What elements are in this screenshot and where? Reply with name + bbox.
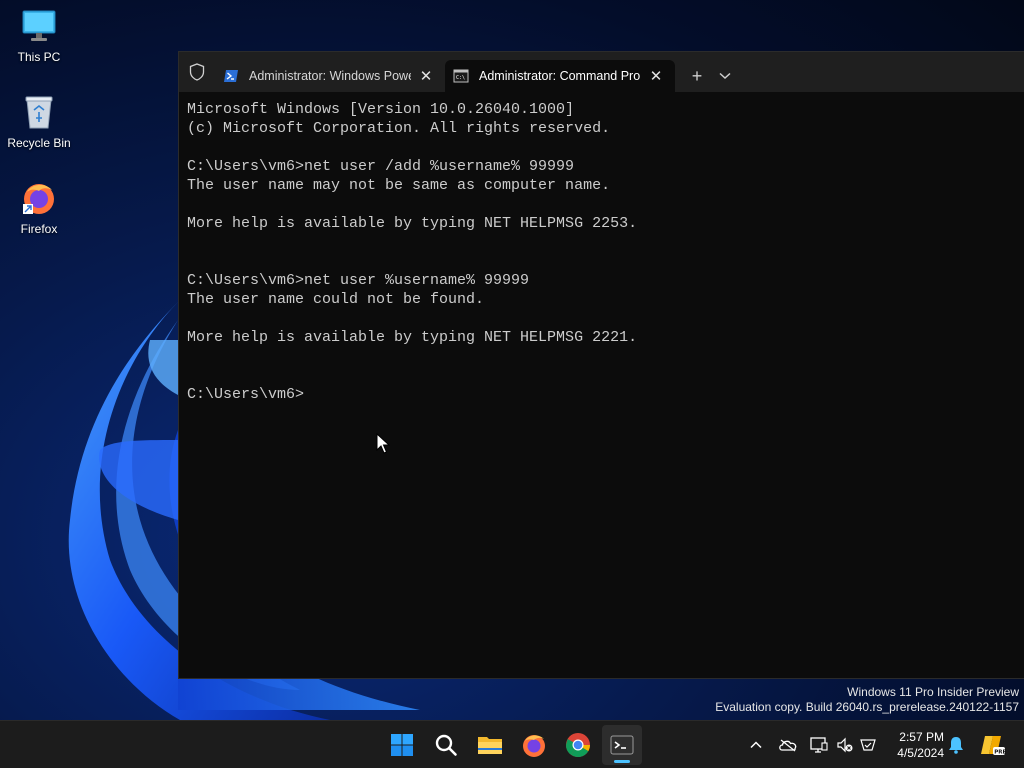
display-icon xyxy=(810,737,828,753)
chevron-down-icon xyxy=(719,72,731,80)
desktop-icon-recycle-bin[interactable]: Recycle Bin xyxy=(4,92,74,164)
cmd-icon: C:\ xyxy=(453,68,469,84)
file-explorer-icon xyxy=(478,737,502,754)
watermark-line1: Windows 11 Pro Insider Preview xyxy=(847,685,1019,699)
copilot-preview-icon: PRE xyxy=(981,736,1006,756)
plus-icon: + xyxy=(691,65,703,86)
powershell-icon xyxy=(223,68,239,84)
start-button[interactable] xyxy=(382,725,422,765)
desktop-icon-label: Recycle Bin xyxy=(7,136,71,150)
bell-icon xyxy=(949,737,963,754)
console-line: More help is available by typing NET HEL… xyxy=(187,215,638,232)
watermark-line2: Evaluation copy. Build 26040.rs_prerelea… xyxy=(715,700,1019,714)
console-line: C:\Users\vm6>net user %username% 99999 xyxy=(187,272,530,289)
svg-text:PRE: PRE xyxy=(994,750,1006,756)
console-output[interactable]: Microsoft Windows [Version 10.0.26040.10… xyxy=(187,100,1014,670)
console-line: C:\Users\vm6>net user /add %username% 99… xyxy=(187,158,575,175)
tab-title: Administrator: Command Pro xyxy=(479,69,641,83)
evaluation-watermark: Windows 11 Pro Insider Preview Evaluatio… xyxy=(715,685,1019,715)
new-tab-button[interactable]: + xyxy=(683,60,711,92)
recycle-bin-icon xyxy=(19,92,59,132)
desktop-icon-firefox[interactable]: Firefox xyxy=(4,178,74,250)
network-button[interactable] xyxy=(857,733,879,757)
firefox-taskbar-button[interactable] xyxy=(514,725,554,765)
svg-text:C:\: C:\ xyxy=(456,75,465,81)
display-button[interactable] xyxy=(808,733,830,757)
volume-muted-icon xyxy=(837,737,853,753)
start-icon xyxy=(391,734,413,756)
tab-title: Administrator: Windows Powe xyxy=(249,69,411,83)
console-line: The user name could not be found. xyxy=(187,291,485,308)
file-explorer-button[interactable] xyxy=(470,725,510,765)
tab-bar: Administrator: Windows Powe ✕ C:\ Admini… xyxy=(179,52,1024,92)
clock-date: 4/5/2024 xyxy=(897,746,944,760)
active-indicator xyxy=(614,760,630,763)
onedrive-icon xyxy=(779,739,797,752)
mouse-cursor-icon xyxy=(376,432,391,460)
chrome-button[interactable] xyxy=(558,725,598,765)
terminal-window[interactable]: Administrator: Windows Powe ✕ C:\ Admini… xyxy=(178,51,1024,679)
network-icon xyxy=(860,739,876,751)
tab-powershell[interactable]: Administrator: Windows Powe ✕ xyxy=(215,60,445,92)
console-line: (c) Microsoft Corporation. All rights re… xyxy=(187,120,611,137)
volume-button[interactable] xyxy=(834,733,856,757)
desktop-icon-label: This PC xyxy=(17,50,61,64)
desktop-icon-this-pc[interactable]: This PC xyxy=(4,6,74,78)
clock-time: 2:57 PM xyxy=(899,730,944,744)
taskbar: 2:57 PM 4/5/2024 PRE xyxy=(0,720,1024,768)
close-icon[interactable]: ✕ xyxy=(417,67,435,85)
console-line: The user name may not be same as compute… xyxy=(187,177,611,194)
console-line: Microsoft Windows [Version 10.0.26040.10… xyxy=(187,101,575,118)
tab-command-prompt[interactable]: C:\ Administrator: Command Pro ✕ xyxy=(445,60,675,92)
chrome-icon xyxy=(565,733,590,758)
console-line: More help is available by typing NET HEL… xyxy=(187,329,638,346)
search-button[interactable] xyxy=(426,725,466,765)
copilot-button[interactable]: PRE xyxy=(979,733,1007,757)
this-pc-icon xyxy=(19,6,59,46)
clock[interactable]: 2:57 PM 4/5/2024 xyxy=(884,729,944,761)
chevron-up-icon xyxy=(750,741,762,749)
shield-icon xyxy=(179,52,215,92)
terminal-icon xyxy=(610,735,634,755)
notifications-button[interactable] xyxy=(945,733,967,757)
search-icon xyxy=(435,734,457,756)
terminal-taskbar-button[interactable] xyxy=(602,725,642,765)
firefox-icon xyxy=(19,178,59,218)
console-line: C:\Users\vm6> xyxy=(187,386,305,403)
desktop-icon-label: Firefox xyxy=(20,222,58,236)
firefox-icon xyxy=(523,735,545,757)
show-hidden-icons-button[interactable] xyxy=(745,733,767,757)
close-icon[interactable]: ✕ xyxy=(647,67,665,85)
tab-dropdown-button[interactable] xyxy=(711,60,739,92)
onedrive-button[interactable] xyxy=(777,733,799,757)
